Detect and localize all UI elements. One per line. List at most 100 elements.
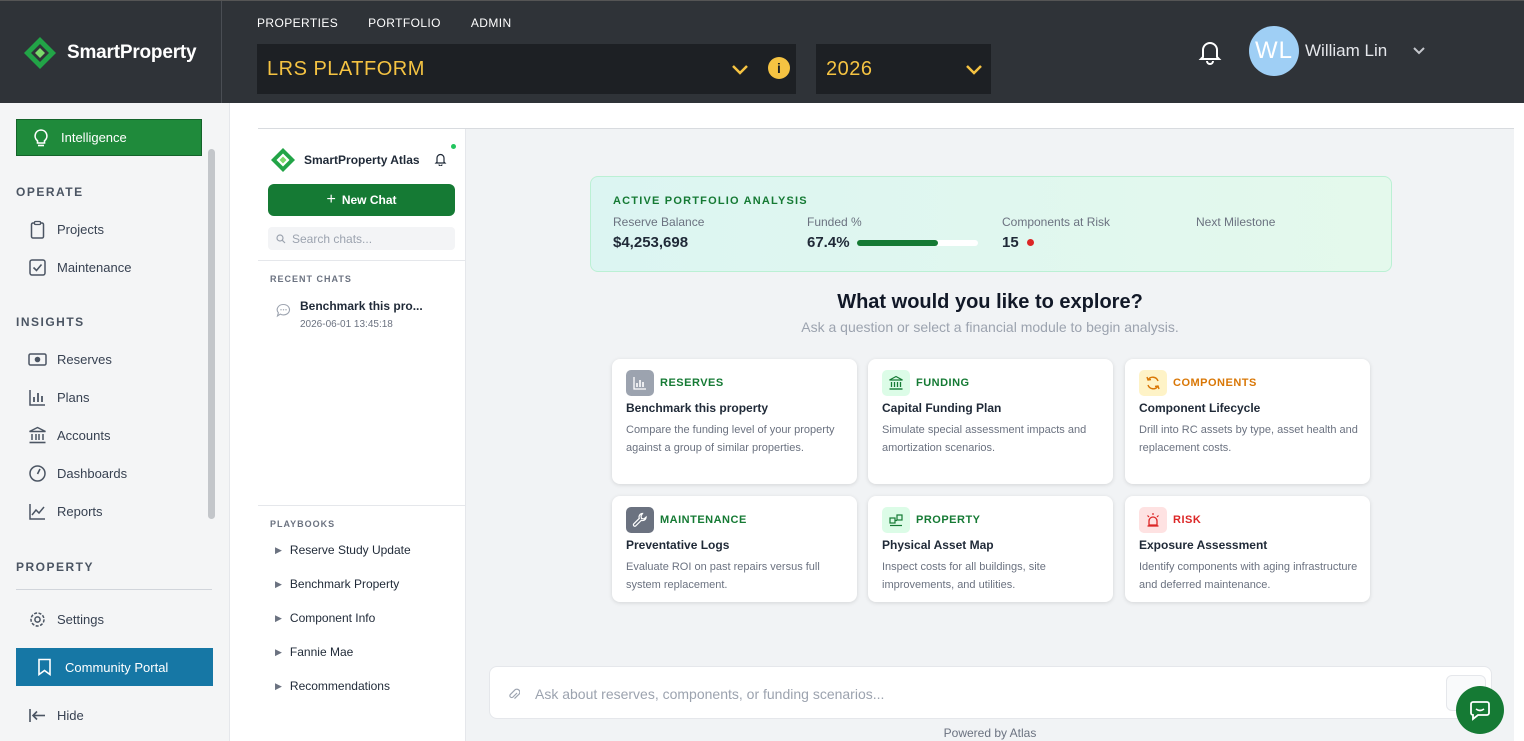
sidebar-item-label: Plans — [57, 390, 90, 405]
card-description: Evaluate ROI on past repairs versus full… — [626, 561, 820, 591]
funded-value: 67.4% — [807, 234, 850, 251]
bar-chart-icon — [29, 390, 45, 406]
search-placeholder: Search chats... — [292, 231, 373, 246]
clipboard-icon — [30, 220, 45, 239]
card-title: Physical Asset Map — [882, 538, 994, 552]
explore-title: What would you like to explore? — [837, 291, 1143, 313]
alert-dot — [1026, 239, 1034, 246]
funded-progress-bar — [856, 239, 978, 246]
caret-right-icon: ▶ — [275, 680, 282, 691]
new-chat-button[interactable]: + New Chat — [268, 184, 455, 216]
card-header: MAINTENANCE — [626, 507, 747, 533]
sidebar-item-community-portal[interactable]: Community Portal — [16, 648, 213, 686]
bookmark-icon — [38, 658, 51, 676]
stat-value: 67.4% — [807, 234, 978, 251]
sidebar-scrollbar[interactable] — [208, 149, 215, 519]
sidebar-item-plans[interactable]: Plans — [28, 388, 90, 407]
search-icon — [276, 233, 286, 243]
module-card-funding[interactable]: FUNDING Capital Funding Plan Simulate sp… — [868, 359, 1113, 484]
sidebar-item-projects[interactable]: Projects — [28, 220, 104, 239]
chat-input-placeholder: Ask about reserves, components, or fundi… — [535, 686, 885, 702]
recent-chat-item[interactable]: Benchmark this pro... 2026-06-01 13:45:1… — [276, 299, 423, 330]
divider — [16, 589, 212, 590]
sidebar-item-reserves[interactable]: Reserves — [28, 350, 112, 369]
playbook-item[interactable]: ▶ Recommendations — [275, 679, 390, 693]
chat-panel-header: SmartProperty Atlas — [270, 147, 420, 173]
hide-label: Hide — [57, 708, 84, 723]
chat-support-button[interactable] — [1456, 686, 1504, 734]
sidebar-item-intelligence[interactable]: Intelligence — [16, 119, 202, 156]
stat-value: $4,253,698 — [613, 234, 704, 251]
card-header: PROPERTY — [882, 507, 981, 533]
card-header: COMPONENTS — [1139, 370, 1257, 396]
chevron-down-icon — [966, 65, 982, 75]
module-card-components[interactable]: COMPONENTS Component Lifecycle Drill int… — [1125, 359, 1370, 484]
playbook-label: Reserve Study Update — [289, 543, 411, 557]
app-name: SmartProperty — [67, 41, 197, 63]
year-select[interactable]: 2026 — [816, 44, 991, 94]
module-card-risk[interactable]: RISK Exposure Assessment Identify compon… — [1125, 496, 1370, 602]
info-icon[interactable]: i — [768, 57, 790, 79]
milestone-stat: Next Milestone — [1196, 215, 1275, 229]
sidebar-item-settings[interactable]: Settings — [28, 610, 104, 629]
stat-label: Reserve Balance — [613, 215, 705, 229]
card-description: Drill into RC assets by type, asset heal… — [1139, 424, 1358, 454]
stat-label: Components at Risk — [1002, 215, 1111, 229]
playbook-item[interactable]: ▶ Reserve Study Update — [275, 543, 411, 557]
sidebar-item-label: Reserves — [57, 352, 112, 367]
app-logo[interactable]: SmartProperty — [0, 1, 222, 104]
sidebar-item-label: Reports — [57, 504, 103, 519]
bank-icon — [29, 426, 46, 444]
card-category: FUNDING — [916, 377, 970, 389]
chat-panel: SmartProperty Atlas + New Chat Search ch… — [258, 129, 466, 741]
bell-icon[interactable] — [1198, 39, 1222, 65]
platform-select[interactable]: LRS PLATFORM i — [257, 44, 796, 94]
collapse-icon — [29, 709, 45, 722]
chat-input[interactable]: Ask about reserves, components, or fundi… — [489, 666, 1492, 719]
playbook-label: Benchmark Property — [289, 577, 400, 591]
search-chats-input[interactable]: Search chats... — [268, 227, 455, 250]
card-description: Compare the funding level of your proper… — [626, 424, 835, 454]
sidebar-item-dashboards[interactable]: Dashboards — [28, 464, 127, 483]
stat-label: Next Milestone — [1196, 215, 1276, 229]
sidebar-item-label: Projects — [57, 222, 104, 237]
card-category: PROPERTY — [916, 514, 981, 526]
card-title: Component Lifecycle — [1139, 401, 1261, 415]
section-heading-insights: INSIGHTS — [16, 315, 85, 329]
playbook-item[interactable]: ▶ Fannie Mae — [275, 645, 353, 659]
money-icon — [28, 353, 47, 366]
avatar[interactable]: WL — [1249, 26, 1299, 76]
card-title: Capital Funding Plan — [882, 401, 1002, 415]
platform-select-value: LRS PLATFORM — [267, 57, 425, 80]
plus-icon: + — [326, 191, 336, 208]
online-indicator — [451, 144, 456, 149]
chevron-down-icon[interactable] — [1412, 45, 1426, 57]
paperclip-icon[interactable] — [508, 687, 520, 701]
nav-portfolio[interactable]: PORTFOLIO — [368, 16, 441, 30]
module-card-reserves[interactable]: RESERVES Benchmark this property Compare… — [612, 359, 857, 484]
nav-properties[interactable]: PROPERTIES — [257, 16, 338, 30]
playbook-item[interactable]: ▶ Benchmark Property — [275, 577, 399, 591]
sidebar-item-label: Community Portal — [65, 659, 169, 675]
user-name[interactable]: William Lin — [1305, 41, 1387, 61]
top-nav: PROPERTIES PORTFOLIO ADMIN — [257, 16, 512, 30]
module-card-maintenance[interactable]: MAINTENANCE Preventative Logs Evaluate R… — [612, 496, 857, 602]
sidebar-item-accounts[interactable]: Accounts — [28, 426, 110, 445]
playbook-item[interactable]: ▶ Component Info — [275, 611, 375, 625]
bell-icon[interactable] — [434, 152, 447, 166]
funded-progress-fill — [856, 239, 939, 246]
hide-sidebar-button[interactable]: Hide — [28, 706, 84, 725]
bar-chart-icon — [626, 370, 654, 396]
card-category: COMPONENTS — [1173, 377, 1257, 389]
reserve-balance-stat: Reserve Balance $4,253,698 — [613, 215, 704, 251]
sidebar-item-maintenance[interactable]: Maintenance — [28, 258, 131, 277]
caret-right-icon: ▶ — [275, 544, 282, 555]
nav-admin[interactable]: ADMIN — [471, 16, 512, 30]
module-card-property[interactable]: PROPERTY Physical Asset Map Inspect cost… — [868, 496, 1113, 602]
sidebar-item-label: Dashboards — [57, 466, 128, 481]
sidebar-item-reports[interactable]: Reports — [28, 502, 103, 521]
caret-right-icon: ▶ — [275, 578, 282, 589]
wrench-icon — [626, 507, 654, 533]
explore-subtitle: Ask a question or select a financial mod… — [801, 319, 1179, 335]
checkbox-icon — [29, 259, 46, 276]
